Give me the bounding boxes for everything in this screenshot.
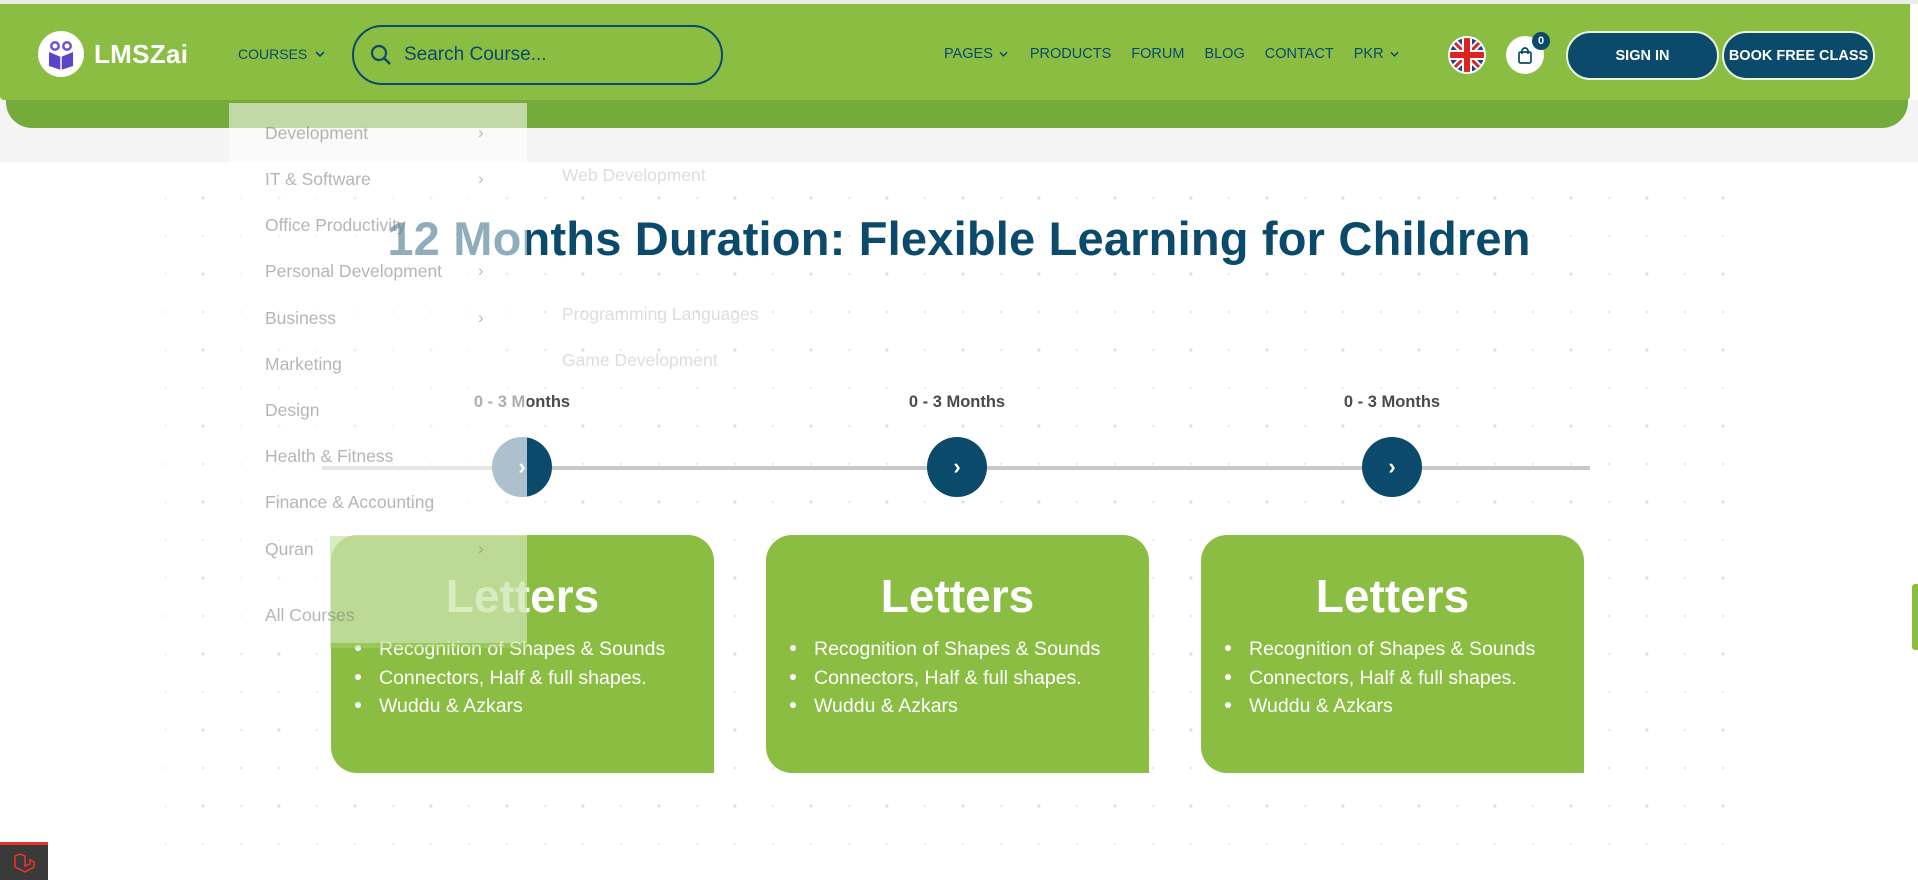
list-item: Connectors, Half & full shapes. (355, 664, 709, 693)
nav-pages[interactable]: PAGES (944, 46, 1008, 62)
nav-forum[interactable]: FORUM (1131, 46, 1184, 62)
side-scroll-tab[interactable] (1912, 584, 1918, 650)
currency-selector[interactable]: PKR (1354, 46, 1399, 62)
dropdown-item-it-software[interactable]: IT & Software (265, 169, 371, 190)
dropdown-item-quran[interactable]: Quran (265, 539, 314, 560)
nav-blog[interactable]: BLOG (1204, 46, 1244, 62)
cart-count-badge: 0 (1532, 32, 1550, 50)
step-card-list: Recognition of Shapes & Sounds Connector… (1225, 635, 1579, 721)
logo-text[interactable]: LMSZai (94, 39, 188, 70)
step-card: Letters Recognition of Shapes & Sounds C… (766, 535, 1149, 773)
dropdown-all-courses[interactable]: All Courses (265, 605, 354, 626)
chevron-right-icon[interactable]: › (927, 437, 987, 497)
list-item: Connectors, Half & full shapes. (790, 664, 1144, 693)
nav-contact[interactable]: CONTACT (1265, 46, 1334, 62)
dropdown-item-health-fitness[interactable]: Health & Fitness (265, 446, 393, 467)
sign-in-button[interactable]: SIGN IN (1566, 31, 1719, 80)
logo-icon[interactable] (38, 31, 84, 77)
currency-label: PKR (1353, 46, 1384, 62)
step-duration: 0 - 3 Months (908, 393, 1006, 411)
courses-menu[interactable]: COURSES (238, 46, 325, 62)
page: LMSZai COURSES PAGES PRODUCTS FORUM BLOG… (0, 0, 1918, 880)
chevron-right-icon[interactable]: › (1362, 437, 1422, 497)
step-card-list: Recognition of Shapes & Sounds Connector… (790, 635, 1144, 721)
dropdown-overlap (330, 536, 527, 648)
step-card-title: Letters (880, 570, 1035, 622)
list-item: Recognition of Shapes & Sounds (790, 635, 1144, 664)
search-icon (370, 44, 391, 65)
uk-flag-icon[interactable] (1448, 36, 1486, 74)
submenu-item[interactable]: Game Development (562, 350, 718, 371)
list-item: Recognition of Shapes & Sounds (1225, 635, 1579, 664)
site-header: LMSZai COURSES PAGES PRODUCTS FORUM BLOG… (0, 4, 1910, 100)
submenu-item[interactable]: Programming Languages (562, 304, 759, 325)
step-duration: 0 - 3 Months (1343, 393, 1441, 411)
nav-pages-label: PAGES (944, 46, 993, 62)
laravel-icon[interactable] (0, 842, 48, 880)
search-box[interactable] (352, 25, 723, 85)
dropdown-overlap (492, 437, 527, 497)
dropdown-item-office-productivity[interactable]: Office Productivity (265, 215, 406, 236)
list-item: Wuddu & Azkars (355, 692, 709, 721)
dropdown-item-personal-development[interactable]: Personal Development (265, 261, 442, 282)
chevron-right-icon: › (478, 123, 484, 142)
main-nav: PAGES PRODUCTS FORUM BLOG CONTACT PKR (944, 46, 1399, 62)
dropdown-item-finance-accounting[interactable]: Finance & Accounting (265, 492, 434, 513)
list-item: Connectors, Half & full shapes. (1225, 664, 1579, 693)
step-card-title: Letters (1315, 570, 1470, 622)
search-input[interactable] (404, 44, 704, 66)
chevron-right-icon: › (478, 169, 484, 188)
list-item: Wuddu & Azkars (790, 692, 1144, 721)
chevron-right-icon: › (478, 308, 484, 327)
nav-products[interactable]: PRODUCTS (1030, 46, 1111, 62)
dropdown-item-marketing[interactable]: Marketing (265, 354, 342, 375)
dropdown-item-design[interactable]: Design (265, 400, 319, 421)
courses-label: COURSES (238, 46, 308, 62)
dropdown-item-business[interactable]: Business (265, 308, 336, 329)
dropdown-item-development[interactable]: Development (265, 123, 368, 144)
book-free-class-button[interactable]: BOOK FREE CLASS (1722, 31, 1875, 80)
chevron-right-icon: › (478, 261, 484, 280)
list-item: Wuddu & Azkars (1225, 692, 1579, 721)
chevron-down-icon (1389, 51, 1399, 57)
chevron-down-icon (315, 51, 325, 57)
step-card: Letters Recognition of Shapes & Sounds C… (1201, 535, 1584, 773)
chevron-right-icon: › (478, 539, 484, 558)
submenu-item[interactable]: Web Development (562, 165, 706, 186)
chevron-down-icon (999, 51, 1008, 57)
